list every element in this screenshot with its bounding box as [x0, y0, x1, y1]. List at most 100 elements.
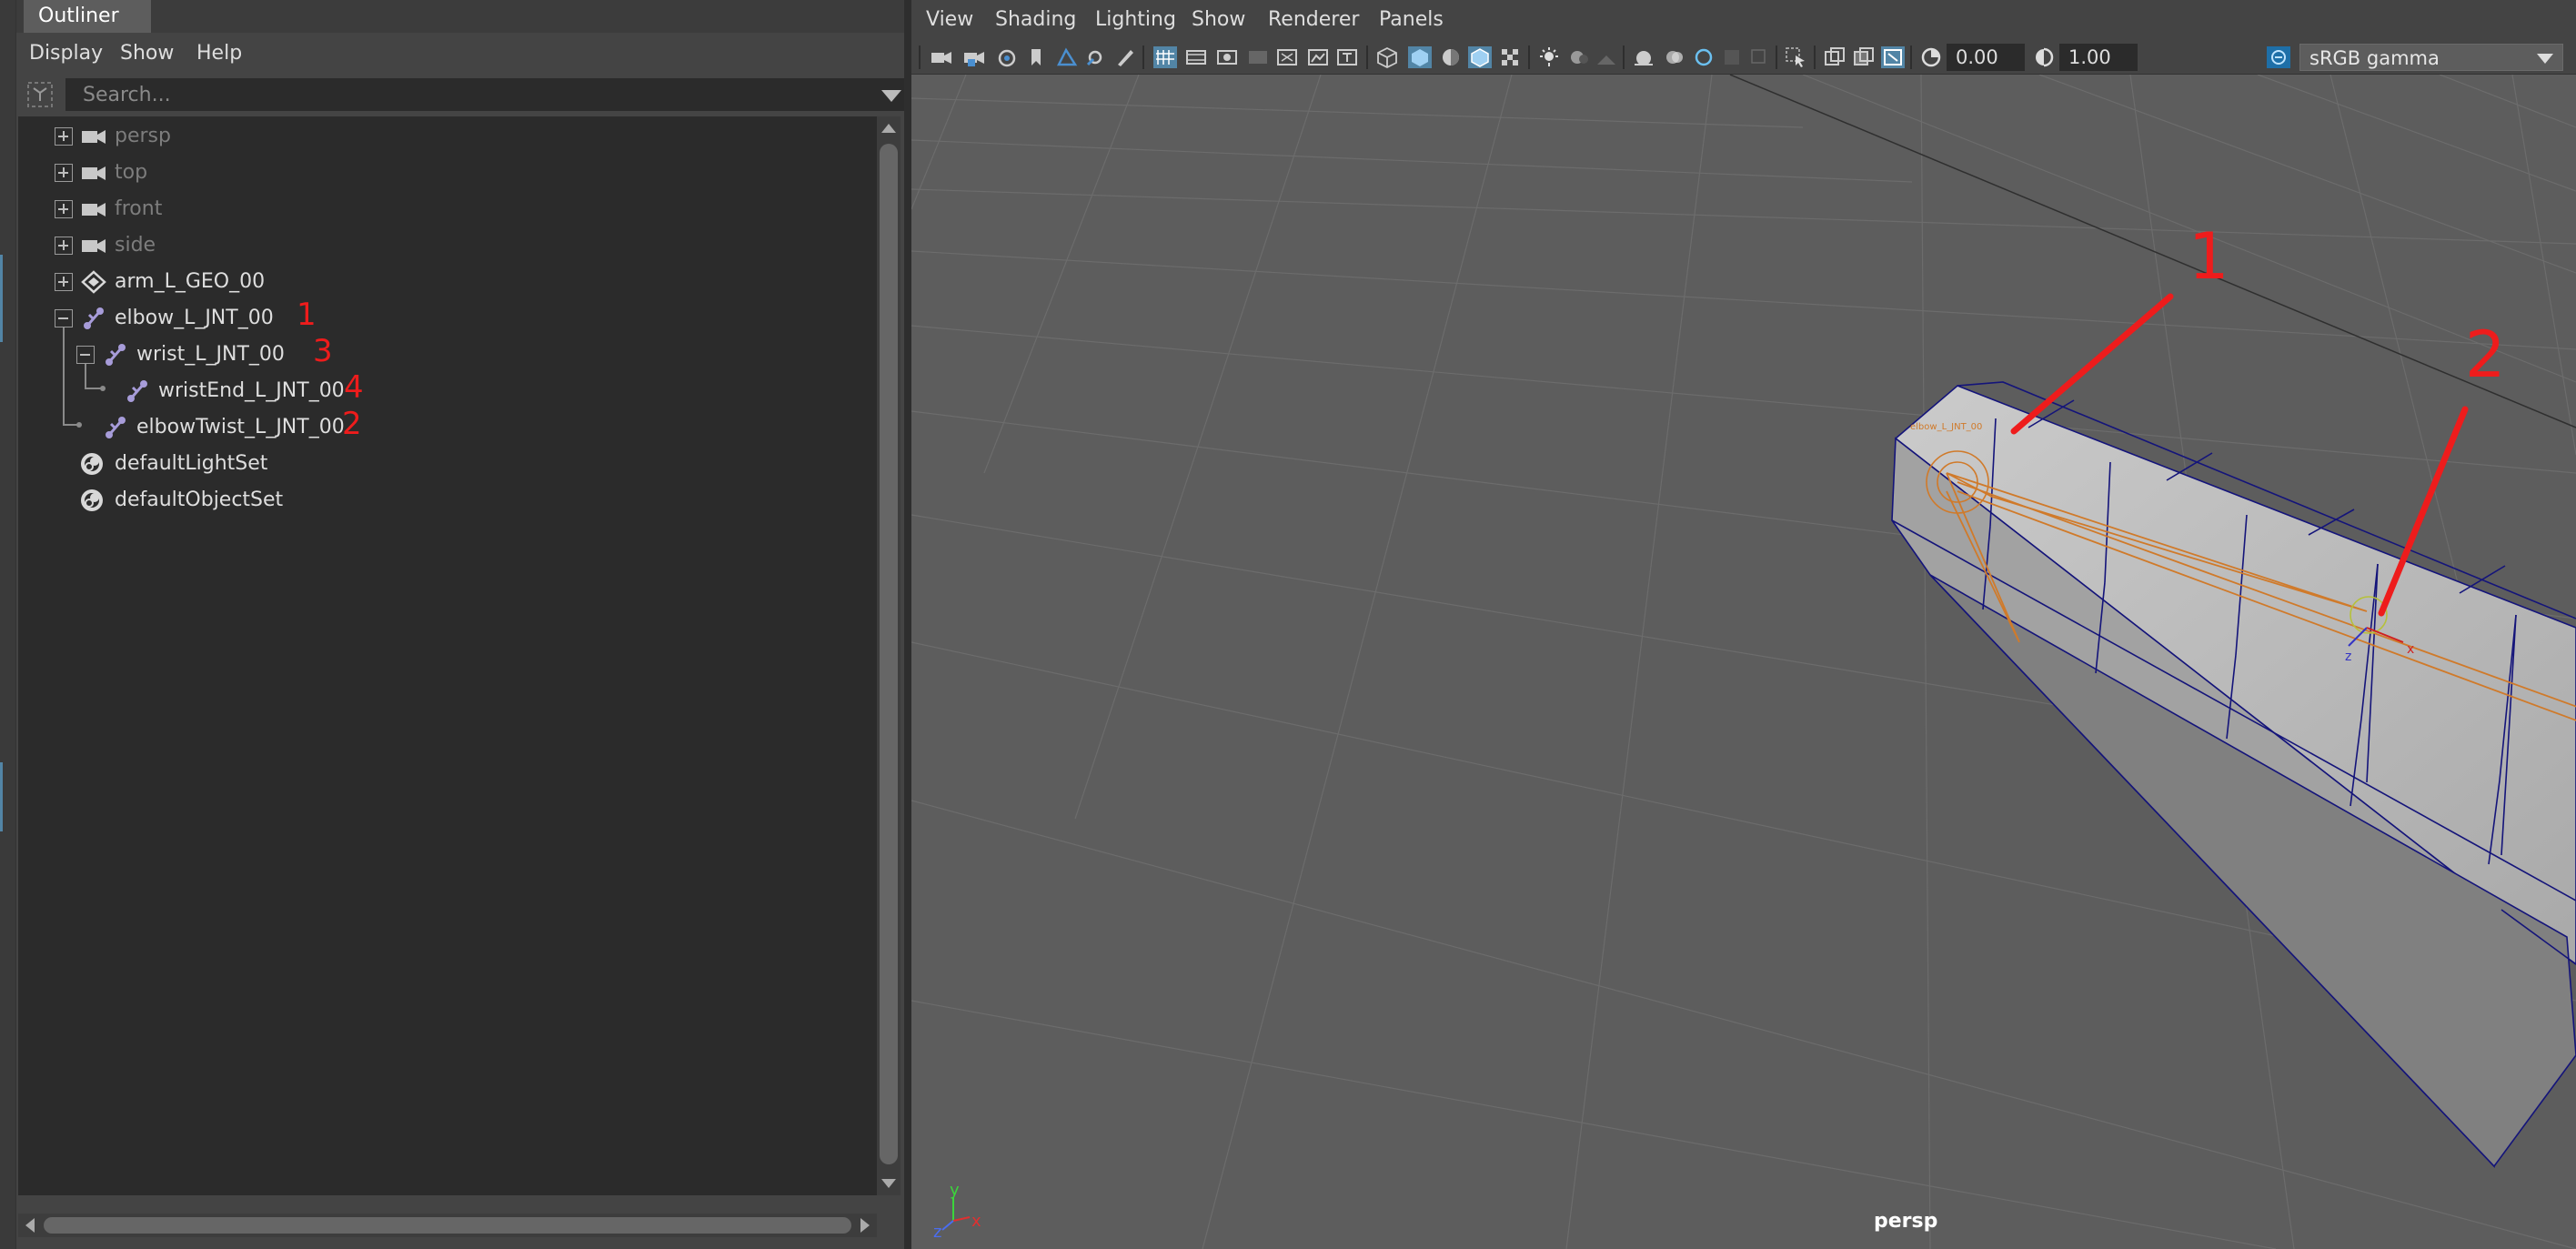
horizontal-scrollbar[interactable]	[18, 1214, 877, 1237]
exposure-field[interactable]: 0.00	[1947, 44, 2025, 71]
ambient-occlusion-icon[interactable]	[1595, 46, 1619, 68]
wireframe-on-shaded-icon[interactable]	[1468, 46, 1492, 68]
outliner-item-top[interactable]: top	[18, 155, 879, 191]
menu-panels[interactable]: Panels	[1379, 0, 1444, 40]
wireframe-icon[interactable]	[1375, 46, 1399, 68]
bookmark-icon[interactable]	[1024, 46, 1048, 68]
outliner-tree: persp top front side arm_L_GEO_00 elbow_…	[18, 116, 879, 1195]
outliner-item-default-object-set[interactable]: defaultObjectSet	[18, 482, 879, 519]
outliner-item-label: arm_L_GEO_00	[115, 270, 266, 293]
outliner-item-label: elbow_L_JNT_00	[115, 307, 274, 329]
grease-pencil-icon[interactable]	[1113, 46, 1137, 68]
exposure-icon[interactable]	[1919, 46, 1943, 68]
outliner-item-arm-geo[interactable]: arm_L_GEO_00	[18, 264, 879, 300]
outliner-item-default-light-set[interactable]: defaultLightSet	[18, 446, 879, 482]
scroll-left-icon[interactable]	[25, 1218, 35, 1233]
camera-name-label: persp	[1874, 1210, 1938, 1233]
expand-toggle[interactable]	[55, 127, 73, 146]
outliner-item-label: front	[115, 197, 163, 220]
set-icon	[81, 489, 103, 511]
frame-selection-icon[interactable]	[1852, 46, 1876, 68]
outliner-item-front[interactable]: front	[18, 191, 879, 227]
expand-toggle[interactable]	[55, 273, 73, 291]
outliner-item-wrist-joint[interactable]: wrist_L_JNT_00 3	[18, 333, 879, 373]
outliner-item-elbow-joint[interactable]: elbow_L_JNT_00 1	[18, 297, 879, 337]
2d-pan-zoom-icon[interactable]	[1084, 46, 1108, 68]
filter-icon[interactable]	[25, 80, 55, 109]
scroll-up-icon[interactable]	[881, 124, 896, 133]
xray-joints-icon[interactable]	[1692, 46, 1716, 68]
image-plane-icon[interactable]	[1055, 46, 1079, 68]
field-chart-icon[interactable]	[1275, 46, 1299, 68]
use-all-lights-icon[interactable]	[1537, 46, 1561, 68]
default-material-icon[interactable]	[1439, 46, 1463, 68]
toolbar-separator	[919, 45, 921, 69]
expand-toggle[interactable]	[55, 237, 73, 255]
scroll-right-icon[interactable]	[860, 1218, 870, 1233]
outliner-item-label: wristEnd_L_JNT_00	[158, 379, 345, 402]
axis-y-label: y	[950, 1181, 960, 1200]
search-options-chevron-down-icon[interactable]	[881, 90, 901, 102]
grid-icon[interactable]	[1153, 46, 1177, 68]
gamma-field[interactable]: 1.00	[2059, 44, 2138, 71]
axis-x-label: x	[971, 1212, 981, 1231]
expand-toggle[interactable]	[55, 200, 73, 218]
menu-show[interactable]: Show	[1192, 0, 1245, 40]
menu-help[interactable]: Help	[196, 33, 242, 75]
frame-all-icon[interactable]	[1823, 46, 1846, 68]
select-mode-icon[interactable]	[1785, 46, 1808, 68]
tab-outliner[interactable]: Outliner	[24, 0, 151, 33]
3d-scene[interactable]: elbow_L_JNT_00 z x z x 1 2 3 4	[911, 75, 2576, 1249]
menu-display[interactable]: Display	[29, 33, 103, 75]
color-management-icon[interactable]	[2267, 46, 2290, 68]
safe-title-icon[interactable]	[1335, 46, 1359, 68]
joint-icon	[106, 417, 126, 438]
gamma-icon[interactable]	[2032, 46, 2056, 68]
scroll-thumb[interactable]	[880, 144, 898, 1164]
lock-camera-icon[interactable]	[962, 46, 986, 68]
outliner-item-label: elbowTwist_L_JNT_00	[136, 416, 345, 438]
film-gate-icon[interactable]	[1184, 46, 1208, 68]
annotation-number: 2	[2465, 317, 2506, 392]
collapse-toggle[interactable]	[55, 309, 73, 327]
textured-icon[interactable]	[1499, 46, 1523, 68]
select-camera-icon[interactable]	[930, 46, 953, 68]
outliner-item-elbow-twist-joint[interactable]: elbowTwist_L_JNT_00 2	[18, 406, 879, 446]
panel-splitter[interactable]	[904, 0, 911, 1249]
axis-z-label: z	[933, 1223, 941, 1239]
xray-icon[interactable]	[1663, 46, 1686, 68]
outliner-item-wrist-end-joint[interactable]: wristEnd_L_JNT_00 4	[18, 369, 879, 409]
toolbar-separator	[1366, 45, 1368, 69]
toolbar-separator	[1623, 45, 1625, 69]
color-space-select[interactable]: sRGB gamma	[2299, 44, 2563, 71]
axis-x-label: x	[2407, 642, 2414, 657]
menu-view[interactable]: View	[926, 0, 973, 40]
isolate-select-icon[interactable]	[1632, 46, 1655, 68]
collapse-toggle[interactable]	[76, 346, 95, 364]
menu-shading[interactable]: Shading	[995, 0, 1076, 40]
smooth-shade-icon[interactable]	[1408, 46, 1432, 68]
expand-toggle[interactable]	[55, 164, 73, 182]
outliner-item-persp[interactable]: persp	[18, 118, 879, 155]
gate-mask-icon[interactable]	[1246, 46, 1270, 68]
scroll-thumb[interactable]	[44, 1217, 851, 1234]
outliner-item-label: persp	[115, 125, 171, 147]
annotation-number: 3	[313, 333, 333, 369]
outliner-item-label: defaultObjectSet	[115, 489, 284, 511]
hud-toggle-icon[interactable]	[1881, 46, 1905, 68]
resolution-gate-icon[interactable]	[1215, 46, 1239, 68]
shadows-icon[interactable]	[1568, 46, 1592, 68]
scroll-down-icon[interactable]	[881, 1179, 896, 1188]
menu-renderer[interactable]: Renderer	[1268, 0, 1359, 40]
menu-show[interactable]: Show	[120, 33, 174, 75]
color-space-value: sRGB gamma	[2309, 47, 2440, 69]
xray-components-icon[interactable]	[1748, 46, 1772, 68]
outliner-item-side[interactable]: side	[18, 227, 879, 264]
safe-action-icon[interactable]	[1306, 46, 1330, 68]
camera-attributes-icon[interactable]	[995, 46, 1019, 68]
search-input[interactable]	[66, 79, 867, 110]
menu-lighting[interactable]: Lighting	[1095, 0, 1176, 40]
camera-icon	[82, 130, 106, 144]
vertical-scrollbar[interactable]	[877, 116, 901, 1195]
backface-icon[interactable]	[1721, 46, 1745, 68]
